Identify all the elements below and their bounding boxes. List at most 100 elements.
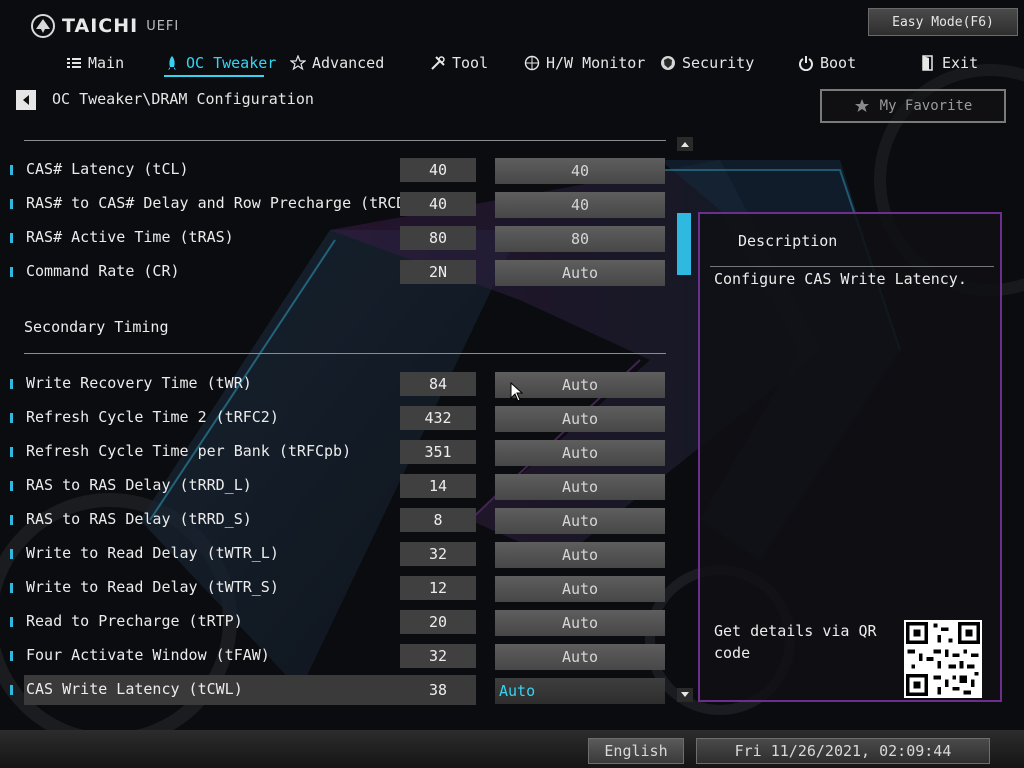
setting-value[interactable]: Auto: [495, 260, 665, 286]
breadcrumb: OC Tweaker\DRAM Configuration: [52, 90, 314, 108]
shield-icon: [661, 56, 675, 70]
setting-value[interactable]: 40: [495, 158, 665, 184]
setting-row-trrd-l[interactable]: RAS to RAS Delay (tRRD_L) 14 Auto: [10, 474, 670, 500]
setting-label: CAS Write Latency (tCWL): [26, 680, 243, 698]
scrollbar-thumb[interactable]: [677, 213, 691, 275]
tab-oc-tweaker-label: OC Tweaker: [186, 54, 277, 72]
setting-row-trrd-s[interactable]: RAS to RAS Delay (tRRD_S) 8 Auto: [10, 508, 670, 534]
setting-value[interactable]: Auto: [495, 406, 665, 432]
tab-security-label: Security: [682, 54, 755, 72]
setting-row-cr[interactable]: Command Rate (CR) 2N Auto: [10, 260, 670, 286]
tab-tool[interactable]: Tool: [430, 50, 488, 76]
setting-label: Four Activate Window (tFAW): [26, 646, 270, 664]
star-icon: [290, 55, 306, 71]
setting-value[interactable]: Auto: [495, 542, 665, 568]
scroll-up-button[interactable]: [677, 137, 693, 151]
tab-hw-monitor[interactable]: H/W Monitor: [524, 50, 645, 76]
tab-advanced[interactable]: Advanced: [290, 50, 384, 76]
setting-value[interactable]: Auto: [495, 678, 665, 704]
setting-value[interactable]: Auto: [495, 474, 665, 500]
my-favorite-button[interactable]: My Favorite: [820, 89, 1006, 123]
current-value: 432: [400, 406, 476, 430]
easy-mode-button[interactable]: Easy Mode(F6): [868, 8, 1018, 36]
current-value: 12: [400, 576, 476, 600]
brand-sub: UEFI: [146, 18, 180, 34]
setting-row-twtr-l[interactable]: Write to Read Delay (tWTR_L) 32 Auto: [10, 542, 670, 568]
list-icon: [67, 58, 81, 68]
setting-label: RAS to RAS Delay (tRRD_S): [26, 510, 252, 528]
setting-row-twr[interactable]: Write Recovery Time (tWR) 84 Auto: [10, 372, 670, 398]
qr-caption: Get details via QR code: [714, 622, 877, 662]
setting-label: Refresh Cycle Time per Bank (tRFCpb): [26, 442, 352, 460]
scroll-down-button[interactable]: [677, 688, 693, 702]
exit-icon: [922, 55, 933, 71]
row-bullet: [10, 413, 13, 423]
tools-icon: [431, 56, 445, 70]
tab-exit[interactable]: Exit: [920, 50, 978, 76]
current-value: 80: [400, 226, 476, 250]
tab-boot-label: Boot: [820, 54, 857, 72]
setting-row-trtp[interactable]: Read to Precharge (tRTP) 20 Auto: [10, 610, 670, 636]
setting-value[interactable]: Auto: [495, 508, 665, 534]
main-nav: Main OC Tweaker Advanced Tool H/W Monito…: [0, 50, 1024, 77]
tab-tool-label: Tool: [452, 54, 489, 72]
setting-row-twtr-s[interactable]: Write to Read Delay (tWTR_S) 12 Auto: [10, 576, 670, 602]
arrow-up-icon: [681, 142, 689, 147]
setting-row-trcdtrp[interactable]: RAS# to CAS# Delay and Row Precharge (tR…: [10, 192, 670, 218]
mouse-cursor-icon: [510, 382, 524, 402]
setting-label: Command Rate (CR): [26, 262, 180, 280]
tab-security[interactable]: Security: [660, 50, 754, 76]
description-divider: [710, 266, 994, 267]
back-arrow-icon: [23, 95, 29, 105]
brand-logo: TAICHI UEFI: [30, 12, 179, 40]
setting-row-trfc2[interactable]: Refresh Cycle Time 2 (tRFC2) 432 Auto: [10, 406, 670, 432]
language-button[interactable]: English: [588, 738, 684, 764]
setting-value[interactable]: 40: [495, 192, 665, 218]
setting-label: RAS# to CAS# Delay and Row Precharge (tR…: [26, 194, 442, 212]
setting-row-tcwl[interactable]: CAS Write Latency (tCWL) 38 Auto: [10, 675, 670, 705]
tab-oc-tweaker[interactable]: OC Tweaker: [164, 50, 276, 76]
back-button[interactable]: [16, 90, 36, 110]
tab-hw-monitor-label: H/W Monitor: [546, 54, 646, 72]
row-bullet: [10, 379, 13, 389]
description-text: Configure CAS Write Latency.: [714, 270, 967, 288]
current-value: 84: [400, 372, 476, 396]
setting-value[interactable]: Auto: [495, 644, 665, 670]
tab-boot[interactable]: Boot: [798, 50, 856, 76]
qr-code-icon: [904, 620, 982, 698]
setting-row-tcl[interactable]: CAS# Latency (tCL) 40 40: [10, 158, 670, 184]
setting-row-tras[interactable]: RAS# Active Time (tRAS) 80 80: [10, 226, 670, 252]
setting-value[interactable]: Auto: [495, 440, 665, 466]
row-bullet: [10, 481, 13, 491]
row-bullet: [10, 515, 13, 525]
current-value: 351: [400, 440, 476, 464]
setting-label: Write to Read Delay (tWTR_S): [26, 578, 279, 596]
current-value: 14: [400, 474, 476, 498]
current-value: 38: [428, 681, 448, 699]
setting-row-tfaw[interactable]: Four Activate Window (tFAW) 32 Auto: [10, 644, 670, 670]
setting-label: Write to Read Delay (tWTR_L): [26, 544, 279, 562]
setting-row-trfcpb[interactable]: Refresh Cycle Time per Bank (tRFCpb) 351…: [10, 440, 670, 466]
active-tab-indicator: [164, 75, 264, 77]
current-value: 2N: [400, 260, 476, 284]
setting-label: Write Recovery Time (tWR): [26, 374, 252, 392]
row-bullet: [10, 233, 13, 243]
setting-label: RAS to RAS Delay (tRRD_L): [26, 476, 252, 494]
setting-value[interactable]: Auto: [495, 610, 665, 636]
power-icon: [799, 56, 813, 71]
setting-value[interactable]: Auto: [495, 576, 665, 602]
section-divider: [24, 353, 666, 354]
date-time-display: Fri 11/26/2021, 02:09:44: [696, 738, 990, 764]
current-value: 40: [400, 192, 476, 216]
list-top-divider: [24, 140, 666, 141]
row-bullet: [10, 199, 13, 209]
description-title: Description: [738, 232, 838, 250]
setting-label: RAS# Active Time (tRAS): [26, 228, 234, 246]
tab-main-label: Main: [88, 54, 125, 72]
setting-label: Refresh Cycle Time 2 (tRFC2): [26, 408, 279, 426]
tab-main[interactable]: Main: [66, 50, 124, 76]
my-favorite-label: My Favorite: [879, 98, 973, 114]
setting-value[interactable]: 80: [495, 226, 665, 252]
row-bullet: [10, 685, 13, 695]
tab-exit-label: Exit: [942, 54, 979, 72]
